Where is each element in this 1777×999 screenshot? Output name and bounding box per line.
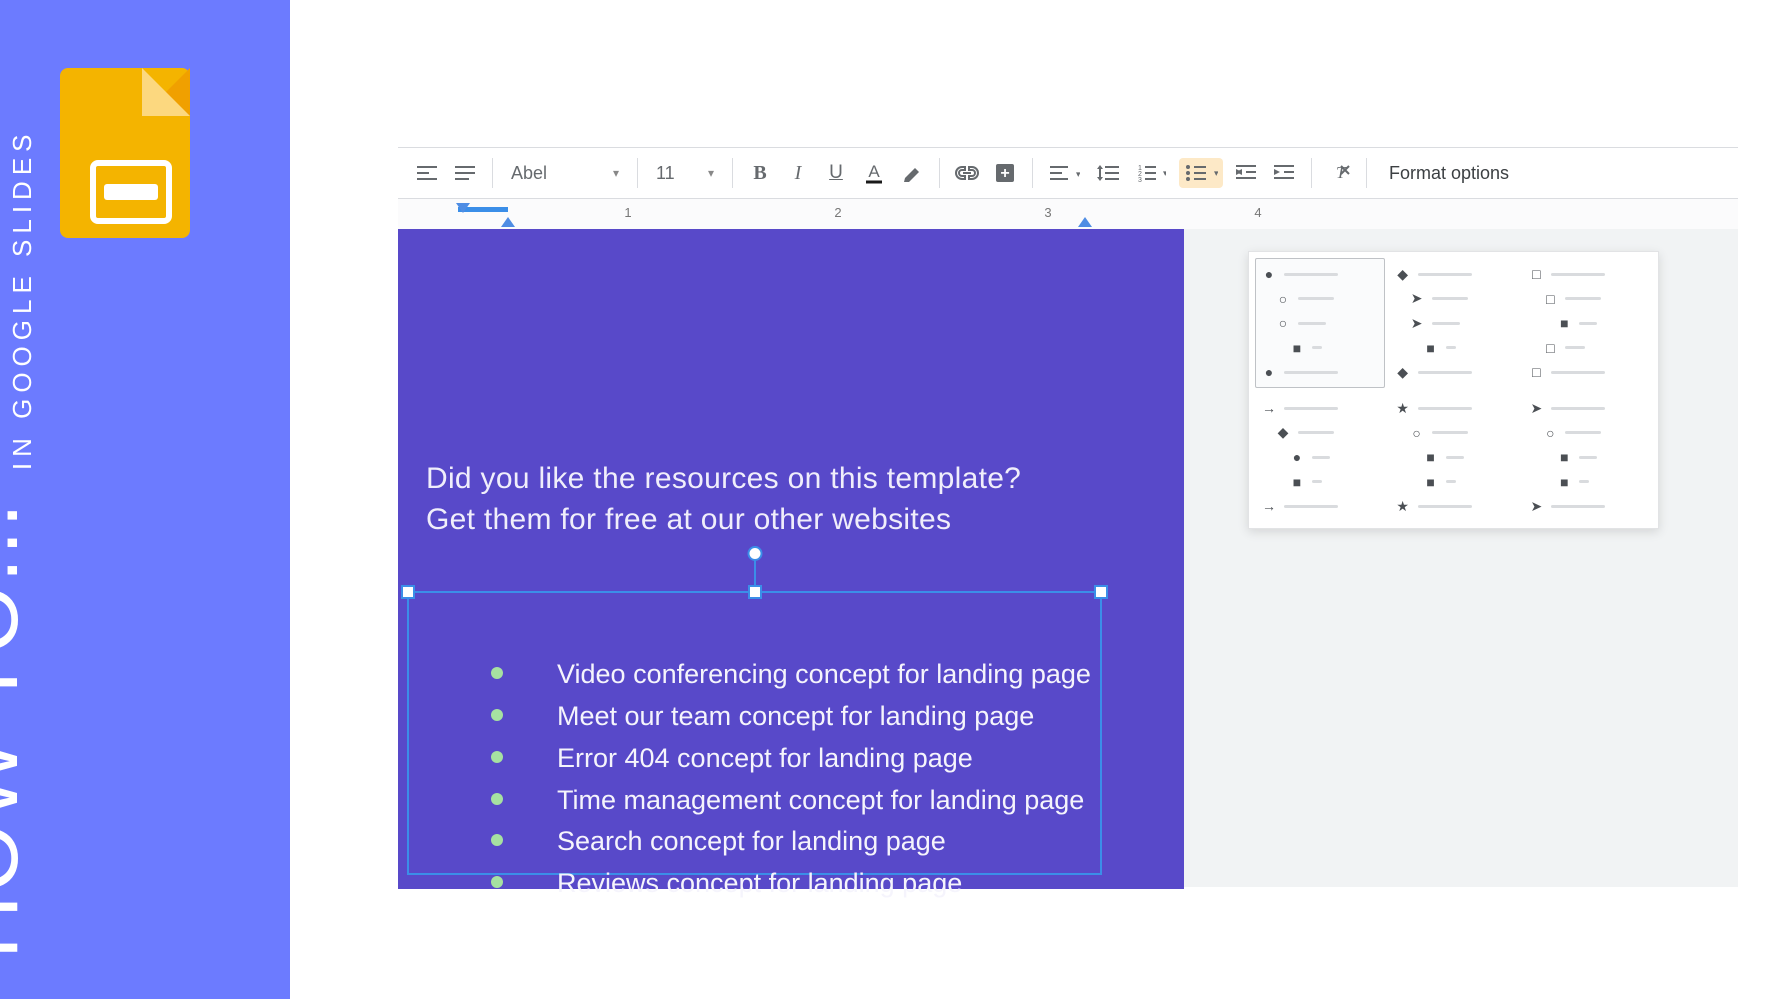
bullet-glyph-icon: □ <box>1529 266 1543 282</box>
align-justify-icon[interactable] <box>450 158 480 188</box>
bullet-glyph-icon: ◆ <box>1396 364 1410 381</box>
ruler-number: 3 <box>1044 205 1051 220</box>
bullet-glyph-icon: ➤ <box>1410 315 1424 332</box>
toolbar: Abel ▾ 11 ▾ B I U A + <box>398 147 1738 199</box>
bullet-glyph-icon: ○ <box>1276 291 1290 307</box>
bullet-glyph-icon: ■ <box>1557 315 1571 331</box>
ruler[interactable]: 1 2 3 4 <box>398 199 1738 230</box>
bullet-style-option[interactable]: □□■□□ <box>1522 258 1652 388</box>
font-name: Abel <box>511 163 547 184</box>
bullet-style-option[interactable]: ●○○■● <box>1255 258 1385 388</box>
bullet-glyph-icon: ■ <box>1290 340 1304 356</box>
resize-handle-n[interactable] <box>748 585 762 599</box>
bullet-glyph-icon: ■ <box>1424 449 1438 465</box>
bullet-glyph-icon: ○ <box>1410 425 1424 441</box>
slides-editor: Abel ▾ 11 ▾ B I U A + <box>398 147 1738 887</box>
bullet-glyph-icon: ◆ <box>1276 424 1290 441</box>
howto-subtitle: IN GOOGLE SLIDES <box>7 128 38 470</box>
decrease-indent-button[interactable] <box>1231 158 1261 188</box>
bullet-style-option[interactable]: ◆➤➤■◆ <box>1389 258 1519 388</box>
list-item[interactable]: Reviews concept for landing page <box>491 863 1091 905</box>
bullet-glyph-icon: ■ <box>1557 474 1571 490</box>
bullet-glyph-icon: → <box>1262 400 1276 416</box>
bullet-glyph-icon: ★ <box>1396 498 1410 515</box>
bullet-style-option[interactable]: ★○■■★ <box>1389 392 1519 522</box>
list-item[interactable]: Error 404 concept for landing page <box>491 738 1091 780</box>
slide-title-text[interactable]: Did you like the resources on this templ… <box>426 459 1074 540</box>
resize-handle-ne[interactable] <box>1094 585 1108 599</box>
bullet-glyph-icon: ■ <box>1557 449 1571 465</box>
bullet-glyph-icon: ■ <box>1290 474 1304 490</box>
ruler-number: 4 <box>1254 205 1261 220</box>
horizontal-align-button[interactable]: ▾ <box>1045 158 1085 188</box>
svg-text:3: 3 <box>1138 177 1142 182</box>
bullet-glyph-icon: ★ <box>1396 400 1410 417</box>
underline-button[interactable]: U <box>821 158 851 188</box>
highlight-color-button[interactable] <box>897 158 927 188</box>
slide[interactable]: Did you like the resources on this templ… <box>398 229 1184 889</box>
bullet-glyph-icon: ➤ <box>1529 498 1543 515</box>
bullet-glyph-icon: □ <box>1543 340 1557 356</box>
insert-link-button[interactable] <box>952 158 982 188</box>
bullet-glyph-icon: ○ <box>1543 425 1557 441</box>
bullet-glyph-icon: □ <box>1529 364 1543 380</box>
format-options-button[interactable]: Format options <box>1375 158 1523 188</box>
ruler-number: 1 <box>624 205 631 220</box>
bold-button[interactable]: B <box>745 158 775 188</box>
bullet-glyph-icon: ● <box>1290 449 1304 465</box>
add-comment-button[interactable]: + <box>990 158 1020 188</box>
bullet-glyph-icon: ◆ <box>1396 266 1410 283</box>
svg-text:▾: ▾ <box>1076 169 1080 179</box>
right-indent-marker[interactable] <box>1078 215 1092 227</box>
list-item[interactable]: Video conferencing concept for landing p… <box>491 654 1091 696</box>
format-options-label: Format options <box>1389 163 1509 184</box>
svg-text:▾: ▾ <box>1214 168 1218 178</box>
svg-text:+: + <box>1000 165 1009 182</box>
selected-textbox[interactable]: Video conferencing concept for landing p… <box>407 591 1102 875</box>
chevron-down-icon: ▾ <box>708 166 714 180</box>
clear-formatting-button[interactable]: T <box>1324 158 1354 188</box>
bullet-style-option[interactable]: ➤○■■➤ <box>1522 392 1652 522</box>
bulleted-list-button[interactable]: ▾ <box>1179 158 1223 188</box>
numbered-list-button[interactable]: 123▾ <box>1131 158 1171 188</box>
line-spacing-button[interactable] <box>1093 158 1123 188</box>
bullet-glyph-icon: → <box>1262 498 1276 514</box>
chevron-down-icon: ▾ <box>613 166 619 180</box>
google-slides-logo <box>60 68 190 238</box>
bullet-glyph-icon: ● <box>1262 266 1276 282</box>
slide-canvas[interactable]: Did you like the resources on this templ… <box>398 229 1738 887</box>
list-item[interactable]: Meet our team concept for landing page <box>491 696 1091 738</box>
bullet-style-dropdown[interactable]: ●○○■●◆➤➤■◆□□■□□→◆●■→★○■■★➤○■■➤ <box>1248 251 1659 529</box>
ruler-number: 2 <box>834 205 841 220</box>
svg-text:▾: ▾ <box>1163 168 1166 178</box>
bullet-glyph-icon: ■ <box>1424 340 1438 356</box>
text-color-button[interactable]: A <box>859 158 889 188</box>
bullet-glyph-icon: ➤ <box>1529 400 1543 417</box>
rotation-line <box>754 558 756 585</box>
font-select[interactable]: Abel ▾ <box>505 158 625 188</box>
resize-handle-nw[interactable] <box>401 585 415 599</box>
rotation-handle[interactable] <box>747 546 762 561</box>
bullet-glyph-icon: □ <box>1543 291 1557 307</box>
bullet-glyph-icon: ■ <box>1424 474 1438 490</box>
bullet-list[interactable]: Video conferencing concept for landing p… <box>451 654 1091 905</box>
italic-button[interactable]: I <box>783 158 813 188</box>
bullet-glyph-icon: ● <box>1262 364 1276 380</box>
list-item[interactable]: Time management concept for landing page <box>491 780 1091 822</box>
first-line-indent-marker[interactable] <box>456 203 470 215</box>
font-size-select[interactable]: 11 ▾ <box>650 158 720 188</box>
howto-title: HOW TO... <box>0 500 38 959</box>
align-left-icon[interactable] <box>412 158 442 188</box>
list-item[interactable]: Search concept for landing page <box>491 821 1091 863</box>
howto-sidebar: HOW TO... IN GOOGLE SLIDES <box>0 0 290 999</box>
bullet-glyph-icon: ➤ <box>1410 290 1424 307</box>
bullet-style-option[interactable]: →◆●■→ <box>1255 392 1385 522</box>
bullet-glyph-icon: ○ <box>1276 315 1290 331</box>
svg-text:A: A <box>868 162 880 181</box>
increase-indent-button[interactable] <box>1269 158 1299 188</box>
font-size-value: 11 <box>656 163 675 184</box>
left-indent-marker[interactable] <box>501 215 515 227</box>
